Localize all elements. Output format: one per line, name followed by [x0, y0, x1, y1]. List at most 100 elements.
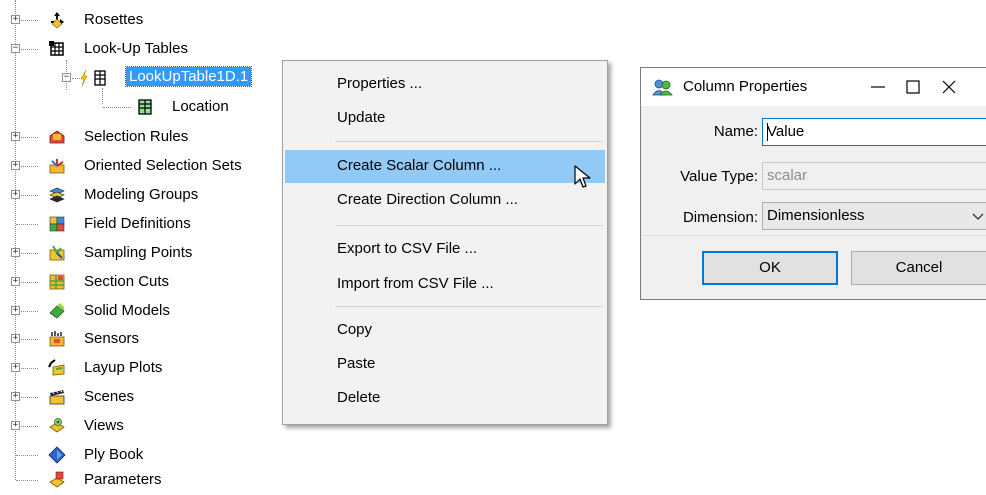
- tree-item-lookuptable1d-1[interactable]: − LookUpTable1D.1: [0, 64, 300, 92]
- tree-item-label: Scenes: [84, 388, 135, 405]
- menu-item-label: Update: [337, 109, 386, 126]
- oriented-selection-sets-icon: [49, 159, 65, 174]
- views-icon: [49, 418, 65, 433]
- tree-item-selection-rules[interactable]: + Selection Rules: [0, 123, 300, 151]
- tree-item-label: Selection Rules: [84, 128, 189, 145]
- expand-icon[interactable]: +: [11, 15, 20, 24]
- dimension-select-value: Dimensionless: [767, 207, 865, 224]
- tree-item-oriented-selection-sets[interactable]: + Oriented Selection Sets: [0, 152, 300, 180]
- menu-item-label: Delete: [337, 389, 381, 406]
- menu-item-export-to-csv[interactable]: Export to CSV File ...: [285, 234, 605, 264]
- tree-connector: [21, 20, 38, 21]
- cancel-button[interactable]: Cancel: [851, 251, 986, 285]
- name-field[interactable]: Value: [762, 118, 986, 146]
- dialog-titlebar[interactable]: Column Properties: [641, 68, 986, 106]
- tree-connector: [21, 49, 38, 50]
- table-icon: [138, 99, 152, 115]
- collapse-icon[interactable]: −: [62, 73, 71, 82]
- tree-item-label: Parameters: [84, 471, 162, 488]
- menu-item-import-from-csv[interactable]: Import from CSV File ...: [285, 269, 605, 299]
- tree-item-label: Sampling Points: [84, 244, 193, 261]
- tree-connector: [21, 397, 38, 398]
- tree-item-label: Solid Models: [84, 302, 170, 319]
- expand-icon[interactable]: +: [11, 306, 20, 315]
- modeling-groups-icon: [49, 187, 65, 203]
- tree-item-label: Field Definitions: [84, 215, 191, 232]
- menu-item-create-scalar-column[interactable]: Create Scalar Column ...: [285, 150, 605, 183]
- minimize-icon[interactable]: [862, 71, 894, 103]
- expand-icon[interactable]: +: [11, 248, 20, 257]
- dimension-label: Dimension:: [682, 209, 758, 226]
- menu-item-create-direction-column[interactable]: Create Direction Column ...: [285, 185, 605, 215]
- lookup-tables-icon: [49, 41, 64, 56]
- tree-item-layup-plots[interactable]: + Layup Plots: [0, 354, 300, 382]
- tree-item-solid-models[interactable]: + Solid Models: [0, 297, 300, 325]
- dimension-select[interactable]: Dimensionless: [762, 202, 986, 230]
- tree-item-modeling-groups[interactable]: + Modeling Groups: [0, 181, 300, 209]
- menu-item-label: Copy: [337, 321, 373, 338]
- tree-connector: [21, 339, 38, 340]
- scenes-icon: [49, 389, 65, 405]
- expand-icon[interactable]: +: [11, 421, 20, 430]
- expand-icon[interactable]: +: [11, 277, 20, 286]
- context-menu: Properties ... Update Create Scalar Colu…: [282, 60, 608, 425]
- tree-item-label: Sensors: [84, 330, 140, 347]
- menu-item-copy[interactable]: Copy: [285, 315, 605, 345]
- tree-item-ply-book[interactable]: Ply Book: [0, 441, 300, 469]
- menu-item-label: Export to CSV File ...: [337, 240, 478, 257]
- tree-item-label: LookUpTable1D.1: [124, 66, 253, 87]
- tree-connector: [21, 137, 38, 138]
- name-field-value: Value: [767, 123, 805, 140]
- value-type-label: Value Type:: [680, 168, 758, 185]
- menu-item-label: Import from CSV File ...: [337, 275, 494, 292]
- rosettes-icon: [51, 12, 64, 29]
- tree-item-sensors[interactable]: + Sensors: [0, 325, 300, 353]
- menu-item-delete[interactable]: Delete: [285, 383, 605, 413]
- tree-connector: [21, 426, 38, 427]
- tree-item-section-cuts[interactable]: + Section Cuts: [0, 268, 300, 296]
- tree-item-label: Look-Up Tables: [84, 40, 188, 57]
- tree-connector: [21, 282, 38, 283]
- tree-item-label: Oriented Selection Sets: [84, 157, 242, 174]
- menu-item-label: Properties ...: [337, 75, 423, 92]
- expand-icon[interactable]: +: [11, 334, 20, 343]
- sensors-icon: [49, 331, 65, 347]
- name-label: Name:: [713, 123, 758, 140]
- tree-item-label: Ply Book: [84, 446, 144, 463]
- tree-item-look-up-tables[interactable]: − Look-Up Tables: [0, 35, 300, 63]
- tree-item-label: Location: [172, 98, 229, 115]
- expand-icon[interactable]: +: [11, 190, 20, 199]
- tree-connector: [21, 166, 38, 167]
- dialog-title: Column Properties: [683, 78, 808, 95]
- value-type-field-value: scalar: [767, 167, 808, 184]
- menu-item-paste[interactable]: Paste: [285, 349, 605, 379]
- value-type-field: scalar: [762, 162, 986, 190]
- close-icon[interactable]: [933, 71, 965, 103]
- dialog-divider: [641, 235, 986, 236]
- menu-item-update[interactable]: Update: [285, 103, 605, 133]
- layup-plots-icon: [48, 359, 65, 376]
- tree-item-label: Modeling Groups: [84, 186, 199, 203]
- tree-item-field-definitions[interactable]: Field Definitions: [0, 210, 300, 238]
- expand-icon[interactable]: +: [11, 392, 20, 401]
- tree-item-sampling-points[interactable]: + Sampling Points: [0, 239, 300, 267]
- menu-item-label: Create Direction Column ...: [337, 191, 518, 208]
- mouse-cursor-icon: [574, 165, 591, 188]
- tree-connector: [16, 455, 38, 456]
- status-lightning-icon: [80, 69, 88, 87]
- tree-connector: [21, 368, 38, 369]
- tree-item-scenes[interactable]: + Scenes: [0, 383, 300, 411]
- menu-separator: [335, 306, 603, 307]
- expand-icon[interactable]: +: [11, 161, 20, 170]
- collapse-icon[interactable]: −: [11, 44, 20, 53]
- tree-item-parameters[interactable]: Parameters: [0, 466, 300, 494]
- ok-button[interactable]: OK: [702, 251, 838, 285]
- tree-item-views[interactable]: + Views: [0, 412, 300, 440]
- expand-icon[interactable]: +: [11, 132, 20, 141]
- menu-item-properties[interactable]: Properties ...: [285, 69, 605, 99]
- tree-item-location[interactable]: Location: [0, 93, 300, 121]
- maximize-icon[interactable]: [897, 71, 929, 103]
- tree-connector: [103, 107, 131, 108]
- expand-icon[interactable]: +: [11, 363, 20, 372]
- tree-item-rosettes[interactable]: + Rosettes: [0, 6, 300, 34]
